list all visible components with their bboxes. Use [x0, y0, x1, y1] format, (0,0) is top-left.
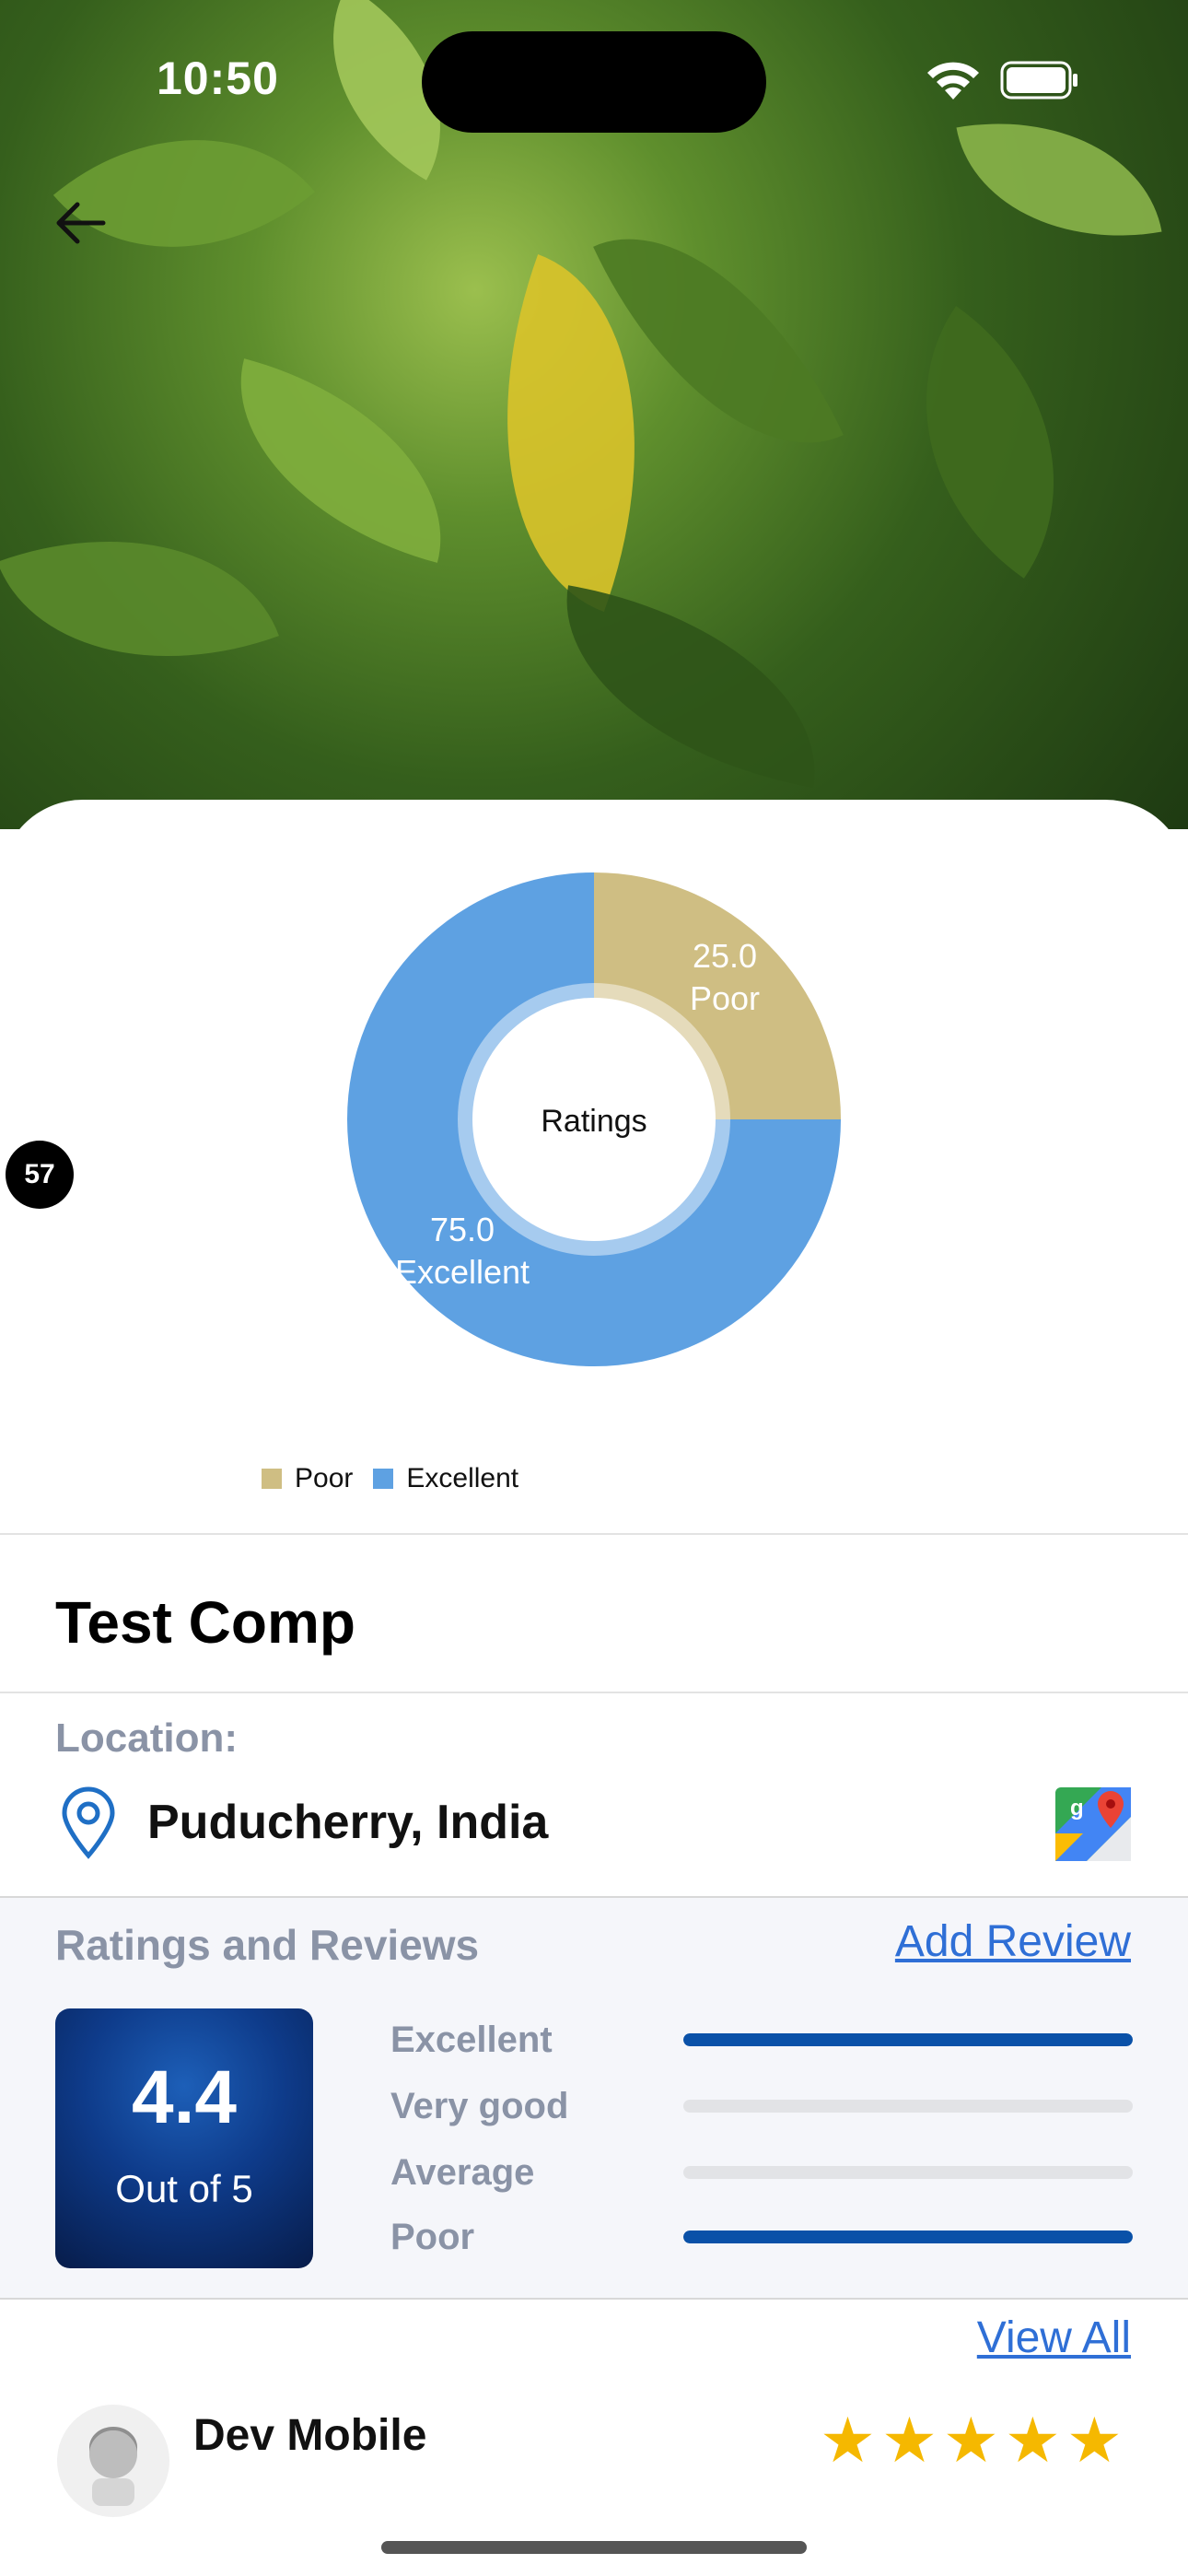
poor-slice-value: 25.0	[693, 937, 757, 975]
view-all-link[interactable]: View All	[977, 2313, 1131, 2363]
bar-track-poor	[683, 2231, 1133, 2243]
company-title: Test Comp	[55, 1589, 355, 1656]
legend-label-poor: Poor	[295, 1463, 354, 1493]
average-score-card: 4.4 Out of 5	[55, 2008, 313, 2268]
review-stars: ★★★★★	[820, 2406, 1128, 2476]
wifi-icon	[927, 62, 979, 100]
divider	[0, 1896, 1188, 1898]
legend-swatch-poor	[262, 1469, 282, 1489]
bar-track-average	[683, 2166, 1133, 2179]
excellent-slice-label: Excellent	[395, 1253, 530, 1291]
divider	[0, 1692, 1188, 1693]
home-indicator	[381, 2541, 807, 2554]
ratings-donut-chart: Ratings 25.0 Poor 75.0 Excellent	[347, 872, 841, 1366]
divider	[0, 2298, 1188, 2300]
bar-track-excellent	[683, 2033, 1133, 2046]
location-label: Location:	[55, 1715, 238, 1761]
count-badge[interactable]: 57	[6, 1141, 74, 1209]
bar-label-poor: Poor	[390, 2217, 475, 2257]
divider	[0, 1533, 1188, 1535]
legend-label-excellent: Excellent	[406, 1463, 519, 1493]
bar-track-very-good	[683, 2100, 1133, 2113]
reviewer-name: Dev Mobile	[193, 2411, 427, 2460]
chart-legend: Poor Excellent	[262, 1463, 518, 1494]
average-score: 4.4	[132, 2055, 237, 2139]
status-time: 10:50	[157, 53, 279, 104]
battery-icon	[1000, 61, 1077, 100]
legend-swatch-excellent	[373, 1469, 394, 1489]
score-subtitle: Out of 5	[115, 2167, 253, 2210]
donut-center-label: Ratings	[541, 1104, 646, 1139]
bar-label-very-good: Very good	[390, 2086, 569, 2126]
location-pin-icon	[62, 1786, 115, 1859]
svg-text:g: g	[1070, 1796, 1084, 1821]
google-maps-icon[interactable]: g	[1055, 1787, 1131, 1861]
location-value: Puducherry, India	[147, 1796, 549, 1849]
poor-slice-label: Poor	[690, 979, 760, 1017]
arrow-left-icon[interactable]	[46, 184, 120, 258]
bar-fill-excellent	[683, 2033, 1133, 2046]
excellent-slice-value: 75.0	[430, 1211, 495, 1248]
bar-label-excellent: Excellent	[390, 2020, 553, 2060]
user-avatar-icon	[57, 2405, 169, 2517]
bar-fill-poor	[683, 2231, 1133, 2243]
dynamic-island	[422, 31, 766, 133]
bar-label-average: Average	[390, 2152, 535, 2193]
add-review-link[interactable]: Add Review	[895, 1916, 1131, 1967]
ratings-reviews-title: Ratings and Reviews	[55, 1921, 480, 1969]
